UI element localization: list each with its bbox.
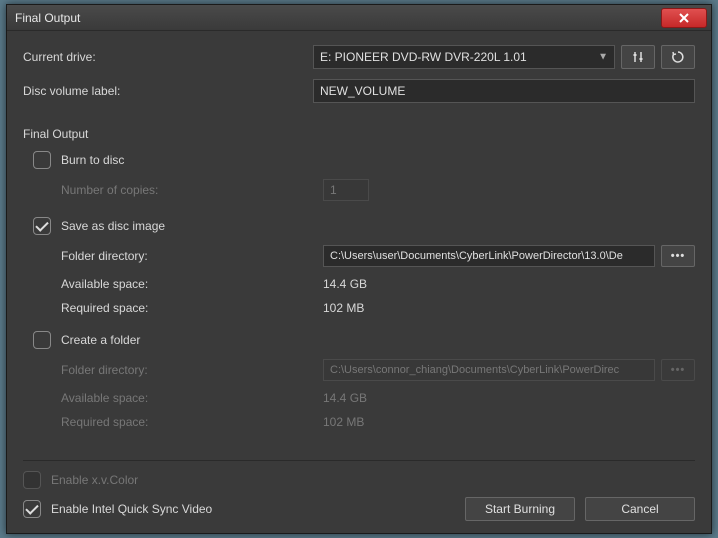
xvcolor-row: Enable x.v.Color <box>23 471 695 489</box>
save-image-avail-row: Available space: 14.4 GB <box>61 277 695 291</box>
final-output-section-title: Final Output <box>23 127 695 141</box>
create-folder-browse-button: ••• <box>661 359 695 381</box>
close-button[interactable] <box>661 8 707 28</box>
copies-input <box>323 179 369 201</box>
ellipsis-icon: ••• <box>671 364 686 376</box>
close-icon <box>679 13 689 23</box>
start-burning-button[interactable]: Start Burning <box>465 497 575 521</box>
save-image-block: Save as disc image Folder directory: •••… <box>33 217 695 325</box>
create-folder-folder-input <box>323 359 655 381</box>
save-image-label: Save as disc image <box>61 219 165 233</box>
current-drive-label: Current drive: <box>23 50 313 64</box>
create-folder-req-label: Required space: <box>61 415 323 429</box>
save-image-avail-value: 14.4 GB <box>323 277 367 291</box>
qsv-row: Enable Intel Quick Sync Video <box>23 500 465 518</box>
save-image-folder-input[interactable] <box>323 245 655 267</box>
current-drive-select[interactable]: E: PIONEER DVD-RW DVR-220L 1.01 ▼ <box>313 45 615 69</box>
refresh-icon <box>671 50 685 64</box>
chevron-down-icon: ▼ <box>598 52 608 63</box>
ellipsis-icon: ••• <box>671 250 686 262</box>
dialog-body: Current drive: E: PIONEER DVD-RW DVR-220… <box>7 31 711 533</box>
footer-row: Enable Intel Quick Sync Video Start Burn… <box>23 497 695 521</box>
burn-to-disc-checkbox[interactable] <box>33 151 51 169</box>
save-image-folder-label: Folder directory: <box>61 249 323 263</box>
copies-label: Number of copies: <box>61 183 323 197</box>
save-image-req-value: 102 MB <box>323 301 364 315</box>
drive-settings-button[interactable] <box>621 45 655 69</box>
burn-to-disc-row: Burn to disc <box>33 151 695 169</box>
sliders-icon <box>631 50 645 64</box>
disc-volume-row: Disc volume label: <box>23 79 695 103</box>
xvcolor-checkbox <box>23 471 41 489</box>
create-folder-block: Create a folder Folder directory: ••• Av… <box>33 331 695 439</box>
create-folder-avail-value: 14.4 GB <box>323 391 367 405</box>
create-folder-avail-row: Available space: 14.4 GB <box>61 391 695 405</box>
create-folder-req-value: 102 MB <box>323 415 364 429</box>
save-image-row: Save as disc image <box>33 217 695 235</box>
qsv-checkbox[interactable] <box>23 500 41 518</box>
refresh-drive-button[interactable] <box>661 45 695 69</box>
burn-to-disc-block: Burn to disc Number of copies: <box>33 151 695 211</box>
create-folder-checkbox[interactable] <box>33 331 51 349</box>
disc-volume-label: Disc volume label: <box>23 84 313 98</box>
footer: Enable x.v.Color Enable Intel Quick Sync… <box>23 460 695 525</box>
create-folder-avail-label: Available space: <box>61 391 323 405</box>
save-image-browse-button[interactable]: ••• <box>661 245 695 267</box>
burn-to-disc-label: Burn to disc <box>61 153 124 167</box>
current-drive-row: Current drive: E: PIONEER DVD-RW DVR-220… <box>23 45 695 69</box>
footer-buttons: Start Burning Cancel <box>465 497 695 521</box>
copies-row: Number of copies: <box>61 179 695 201</box>
save-image-checkbox[interactable] <box>33 217 51 235</box>
final-output-window: Final Output Current drive: E: PIONEER D… <box>6 4 712 534</box>
save-image-folder-row: Folder directory: ••• <box>61 245 695 267</box>
titlebar: Final Output <box>7 5 711 31</box>
create-folder-row: Create a folder <box>33 331 695 349</box>
save-image-req-label: Required space: <box>61 301 323 315</box>
create-folder-req-row: Required space: 102 MB <box>61 415 695 429</box>
xvcolor-label: Enable x.v.Color <box>51 473 138 487</box>
create-folder-label: Create a folder <box>61 333 140 347</box>
cancel-button[interactable]: Cancel <box>585 497 695 521</box>
create-folder-folder-label: Folder directory: <box>61 363 323 377</box>
window-title: Final Output <box>15 11 80 25</box>
qsv-label: Enable Intel Quick Sync Video <box>51 502 212 516</box>
create-folder-folder-row: Folder directory: ••• <box>61 359 695 381</box>
current-drive-value: E: PIONEER DVD-RW DVR-220L 1.01 <box>320 50 527 64</box>
disc-volume-input[interactable] <box>313 79 695 103</box>
save-image-avail-label: Available space: <box>61 277 323 291</box>
save-image-req-row: Required space: 102 MB <box>61 301 695 315</box>
